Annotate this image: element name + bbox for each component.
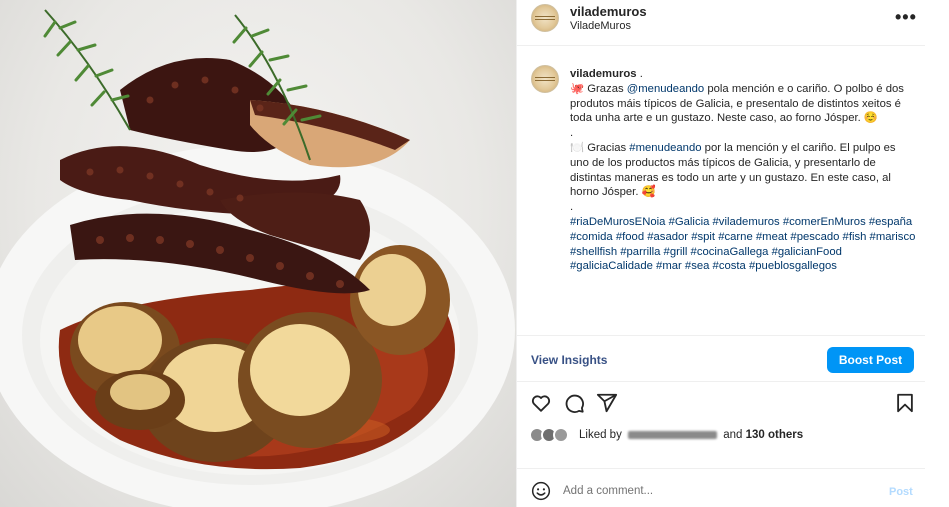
octopus-emoji: 🐙 [570, 82, 585, 95]
love-emoji: 🥰 [641, 186, 656, 199]
caption-username[interactable]: vilademuros [570, 68, 637, 80]
liked-by-label: Liked by [579, 429, 622, 441]
caption-es-intro: Gracias [584, 141, 630, 154]
comment-input[interactable] [563, 480, 863, 502]
more-horizontal-icon[interactable]: ••• [895, 7, 917, 28]
likes-row: Liked by and 130 others [529, 426, 919, 444]
post-header: vilademuros ViladeMuros ••• [517, 0, 926, 46]
heart-icon[interactable] [530, 392, 552, 414]
caption-dot: . [570, 127, 574, 140]
page-gutter [925, 0, 949, 507]
hashtag-link[interactable]: #menudeando [629, 142, 701, 154]
post-sidebar: vilademuros ViladeMuros ••• vilademuros … [516, 0, 926, 507]
post-comment-button[interactable]: Post [889, 486, 913, 498]
bookmark-icon[interactable] [894, 392, 916, 414]
header-username[interactable]: vilademuros [570, 4, 647, 19]
boost-post-button[interactable]: Boost Post [827, 347, 914, 373]
insights-bar: View Insights Boost Post [517, 335, 926, 382]
caption-gl-intro: Grazas [584, 82, 627, 95]
header-subtitle[interactable]: ViladeMuros [570, 20, 631, 32]
comment-bar: Post [517, 468, 926, 507]
post-photo[interactable] [0, 0, 516, 507]
caption-text: vilademuros . 🐙 Grazas @menudeando pola … [570, 67, 916, 274]
caption-avatar[interactable] [531, 65, 559, 93]
octopus-dish-image [0, 9, 515, 507]
likes-text: Liked by and 130 others [579, 429, 803, 441]
hashtag-list[interactable]: #riaDeMurosENoia #Galicia #vilademuros #… [570, 216, 915, 272]
action-bar [517, 388, 926, 418]
view-insights-link[interactable]: View Insights [531, 353, 607, 367]
emoji-icon[interactable] [531, 481, 551, 501]
share-icon[interactable] [596, 392, 618, 414]
comment-icon[interactable] [563, 392, 585, 414]
likes-count-link[interactable]: 130 others [746, 429, 804, 441]
mention-link[interactable]: @menudeando [627, 83, 704, 95]
redacted-username [628, 430, 718, 439]
liker-avatar[interactable] [553, 427, 569, 443]
plate-emoji: 🍽️ [570, 141, 585, 154]
caption-separator: . [636, 68, 643, 80]
caption-dot: . [570, 201, 574, 214]
smile-emoji: ☺️ [863, 112, 878, 125]
avatar[interactable] [531, 4, 559, 32]
post-caption: vilademuros . 🐙 Grazas @menudeando pola … [517, 47, 926, 309]
likes-and: and [723, 429, 743, 441]
